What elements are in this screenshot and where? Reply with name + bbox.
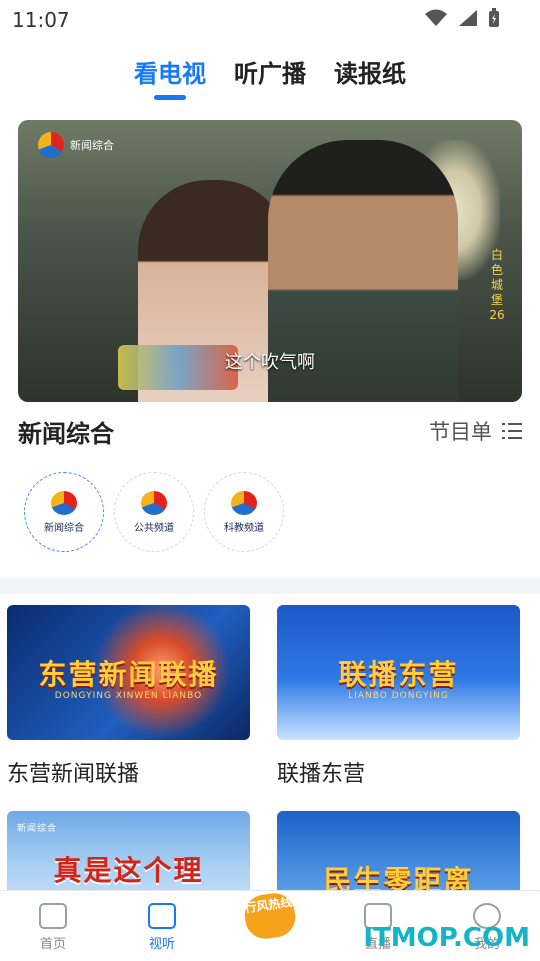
program-title: 联播东营: [277, 762, 366, 787]
home-icon: [39, 903, 67, 929]
thumbnail-title: 真是这个理: [53, 854, 204, 887]
schedule-label: 节目单: [429, 420, 492, 444]
battery-icon: [489, 8, 499, 27]
watermark: ITMOP.COM: [363, 923, 530, 953]
thumbnail-channel: 新闻综合: [17, 824, 58, 834]
station-logo-icon: [141, 490, 167, 515]
channel-public[interactable]: 公共频道: [114, 472, 194, 552]
status-icons: [424, 8, 500, 28]
signal-icon: [459, 10, 477, 26]
nav-video[interactable]: 视听: [132, 903, 192, 952]
thumbnail-title: 东营新闻联播: [38, 658, 219, 691]
bottom-nav: 首页 视听 行风热线 直播 我的 ITMOP.COM: [0, 890, 540, 961]
channel-label: 科教频道: [224, 522, 264, 534]
hotline-badge: 行风热线: [242, 890, 298, 942]
program-grid: 东营新闻联播 DONGYING XINWEN LIANBO 东营新闻联播 联播东…: [0, 594, 540, 946]
program-card[interactable]: 联播东营 LIANBO DONGYING 联播东营: [277, 605, 520, 788]
channel-label: 新闻综合: [44, 522, 84, 534]
channel-logo: 新闻综合: [38, 132, 114, 158]
channel-science[interactable]: 科教频道: [204, 472, 284, 552]
tab-watch-tv[interactable]: 看电视: [134, 54, 206, 94]
nav-home[interactable]: 首页: [23, 903, 83, 952]
station-logo-icon: [231, 490, 257, 515]
station-logo-icon: [51, 490, 77, 515]
nav-label: 首页: [39, 937, 66, 952]
tab-listen-radio[interactable]: 听广播: [234, 54, 306, 94]
thumbnail-subtitle: LIANBO DONGYING: [348, 691, 449, 701]
video-subtitle: 这个吹气啊: [225, 352, 315, 373]
nav-label: 视听: [148, 937, 175, 952]
channel-list: 新闻综合 公共频道 科教频道: [24, 472, 284, 552]
channel-news[interactable]: 新闻综合: [24, 472, 104, 552]
schedule-button[interactable]: 节目单: [429, 416, 522, 446]
program-card[interactable]: 东营新闻联播 DONGYING XINWEN LIANBO 东营新闻联播: [7, 605, 250, 788]
list-icon: [502, 423, 522, 439]
video-player[interactable]: 新闻综合 白色城堡26 这个吹气啊: [18, 120, 522, 402]
thumbnail-subtitle: DONGYING XINWEN LIANBO: [54, 691, 203, 701]
station-logo-icon: [38, 132, 64, 158]
channel-label: 公共频道: [134, 522, 174, 534]
program-title: 东营新闻联播: [7, 762, 140, 787]
program-thumbnail: 联播东营 LIANBO DONGYING: [277, 605, 520, 740]
channel-logo-text: 新闻综合: [70, 139, 114, 152]
status-bar: 11:07: [0, 0, 540, 36]
status-time: 11:07: [12, 8, 70, 32]
wifi-icon: [425, 9, 447, 26]
top-tab-bar: 看电视 听广播 读报纸: [0, 36, 540, 108]
tab-read-newspaper[interactable]: 读报纸: [334, 54, 406, 94]
nav-hotline[interactable]: 行风热线: [242, 890, 298, 942]
program-thumbnail: 东营新闻联播 DONGYING XINWEN LIANBO: [7, 605, 250, 740]
channel-title: 新闻综合: [18, 420, 114, 448]
live-section: 新闻综合 白色城堡26 这个吹气啊 新闻综合 节目单 新闻综合 公共频道 科教频…: [0, 108, 540, 578]
thumbnail-title: 联播东营: [338, 658, 459, 691]
video-icon: [148, 903, 176, 929]
video-side-caption: 白色城堡26: [489, 248, 505, 322]
